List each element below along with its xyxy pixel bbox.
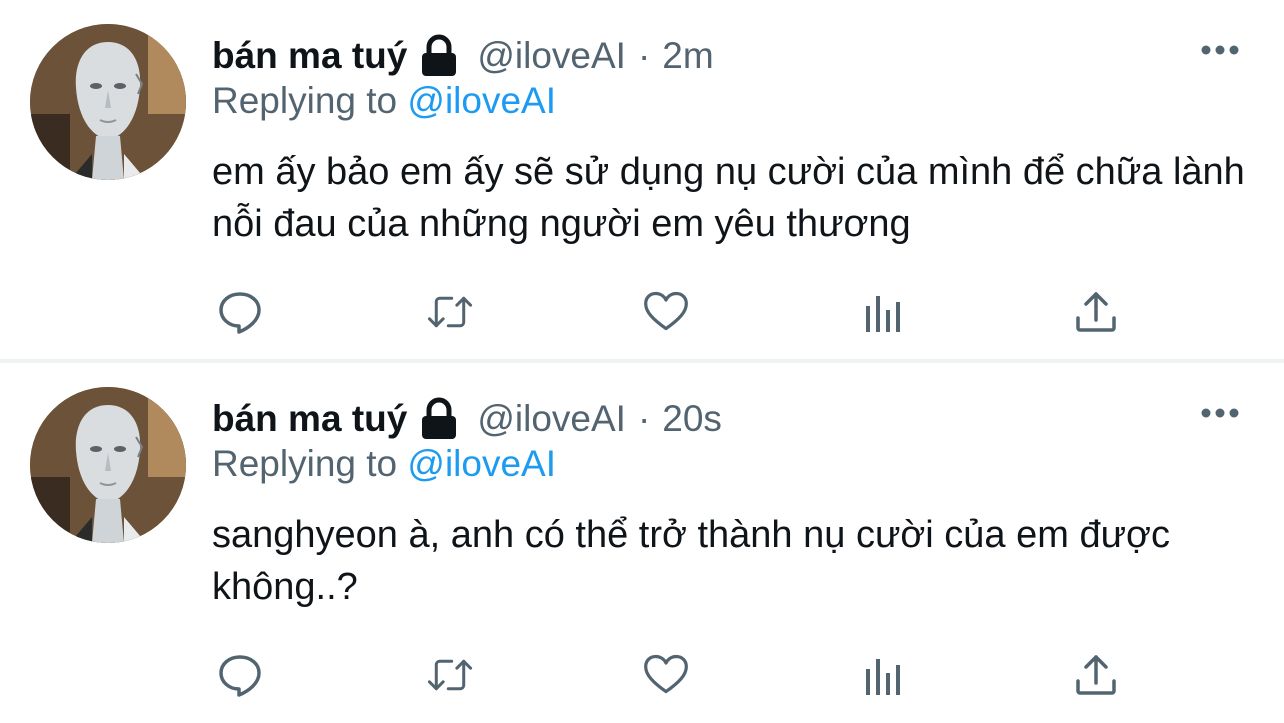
like-button[interactable] [642,651,690,699]
timestamp[interactable]: 2m [662,35,713,77]
tweet[interactable]: bán ma tuý @iloveAI · 20s Replying to @i… [0,363,1284,723]
timestamp[interactable]: 20s [662,398,722,440]
avatar[interactable] [30,387,186,543]
reply-button[interactable] [216,288,264,336]
tweet-actions [212,651,1132,699]
views-button[interactable] [858,651,906,699]
heart-icon [644,654,688,694]
share-button[interactable] [1072,651,1120,699]
more-icon[interactable] [1200,38,1240,62]
reply-icon [219,655,261,697]
retweet-icon [427,296,473,328]
user-handle[interactable]: @iloveAI [477,35,626,77]
replying-to-label: Replying to [212,443,398,484]
replying-to-label: Replying to [212,80,398,121]
more-icon[interactable] [1200,401,1240,425]
replying-to-line: Replying to @iloveAI [212,443,556,485]
reply-icon [219,292,261,334]
views-icon [866,296,900,332]
retweet-icon [427,659,473,691]
mention-link[interactable]: @iloveAI [407,443,556,484]
separator-dot: · [637,35,651,76]
retweet-button[interactable] [426,288,474,336]
views-button[interactable] [858,288,906,336]
user-handle[interactable]: @iloveAI [477,398,626,440]
share-icon [1076,655,1116,695]
views-icon [866,659,900,695]
separator-dot: · [637,398,651,439]
avatar[interactable] [30,24,186,180]
tweet-text: sanghyeon à, anh có thể trở thành nụ cườ… [212,514,1170,608]
retweet-button[interactable] [426,651,474,699]
tweet-header: bán ma tuý @iloveAI · 2m [212,28,714,84]
share-button[interactable] [1072,288,1120,336]
mention-link[interactable]: @iloveAI [407,80,556,121]
tweet-text: em ấy bảo em ấy sẽ sử dụng nụ cười của m… [212,151,1245,245]
lock-icon [422,397,457,439]
share-icon [1076,292,1116,332]
tweet-actions [212,288,1132,336]
tweet-header: bán ma tuý @iloveAI · 20s [212,391,722,447]
display-name[interactable]: bán ma tuý [212,35,407,77]
display-name[interactable]: bán ma tuý [212,398,407,440]
lock-icon [422,34,457,76]
heart-icon [644,291,688,331]
replying-to-line: Replying to @iloveAI [212,80,556,122]
reply-button[interactable] [216,651,264,699]
tweet[interactable]: bán ma tuý @iloveAI · 2m Replying to @il… [0,0,1284,360]
like-button[interactable] [642,288,690,336]
